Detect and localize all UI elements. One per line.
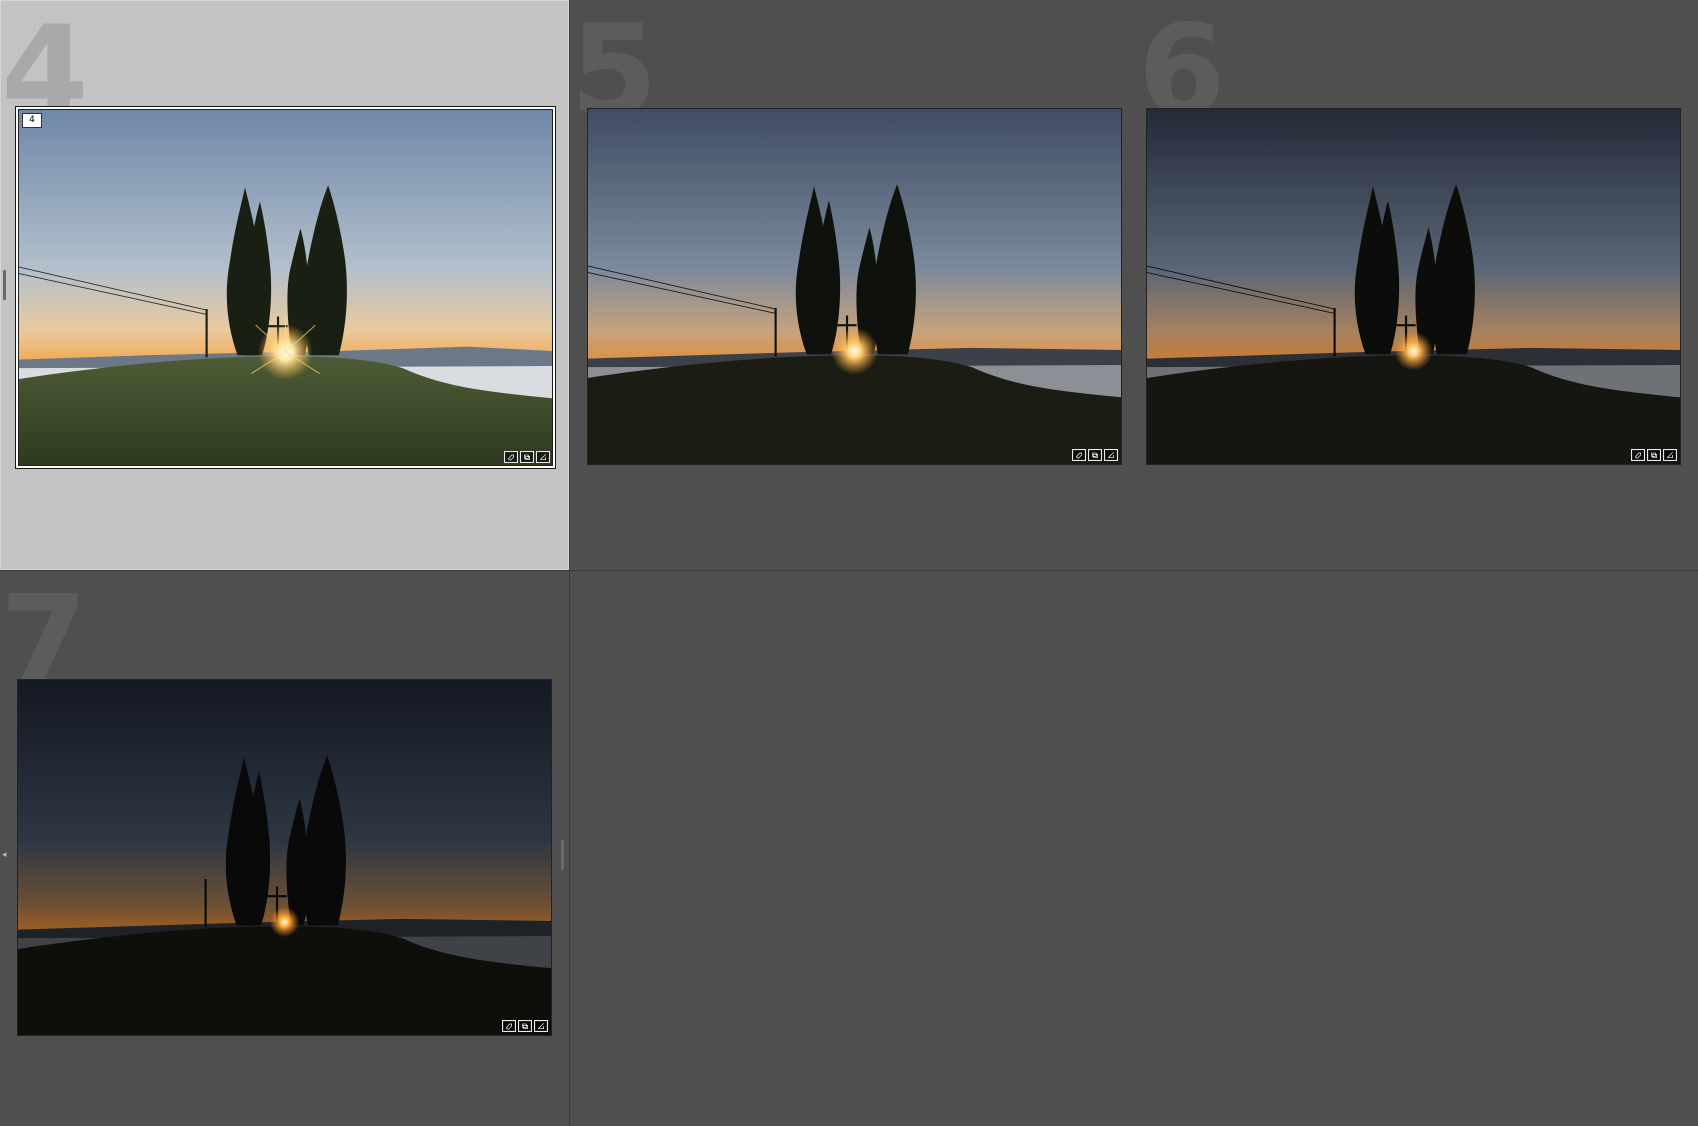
copy-icon[interactable] [1647,449,1661,461]
left-panel-resize-handle[interactable] [3,270,6,300]
photo-cypress-sunrise-medium [587,108,1122,465]
thumbnail-badges [504,451,550,463]
empty-grid-cell [1138,570,1698,1126]
edit-adjust-icon[interactable] [1663,449,1677,461]
copy-icon[interactable] [520,451,534,463]
thumbnail[interactable] [17,679,552,1036]
photo-number-badge: 4 [22,113,42,128]
photo-cypress-sunrise-dark [1146,108,1681,465]
empty-grid-cell [569,570,1138,1126]
tag-icon[interactable] [504,451,518,463]
collapse-left-panel-arrow-icon[interactable]: ◂ [2,851,7,860]
tag-icon[interactable] [502,1020,516,1032]
tag-icon[interactable] [1072,449,1086,461]
grid-cell-6[interactable]: 6 [1138,0,1698,570]
thumbnail[interactable]: 4 [15,106,556,469]
thumbnail-badges [1072,449,1118,461]
grid-cell-7[interactable]: 7 [0,570,569,1126]
edit-adjust-icon[interactable] [536,451,550,463]
edit-adjust-icon[interactable] [534,1020,548,1032]
thumbnail-badges [502,1020,548,1032]
grid-view: 4 4 5 6 7 [0,0,1698,1126]
copy-icon[interactable] [518,1020,532,1032]
edit-adjust-icon[interactable] [1104,449,1118,461]
photo-cypress-sunrise-darkest [17,679,552,1036]
tag-icon[interactable] [1631,449,1645,461]
photo-cypress-sunrise-bright [18,109,553,466]
copy-icon[interactable] [1088,449,1102,461]
thumbnail[interactable] [587,108,1122,465]
grid-cell-5[interactable]: 5 [569,0,1138,570]
grid-cell-4[interactable]: 4 4 [0,0,569,570]
grid-resize-handle[interactable] [561,840,564,870]
thumbnail-badges [1631,449,1677,461]
thumbnail[interactable] [1146,108,1681,465]
